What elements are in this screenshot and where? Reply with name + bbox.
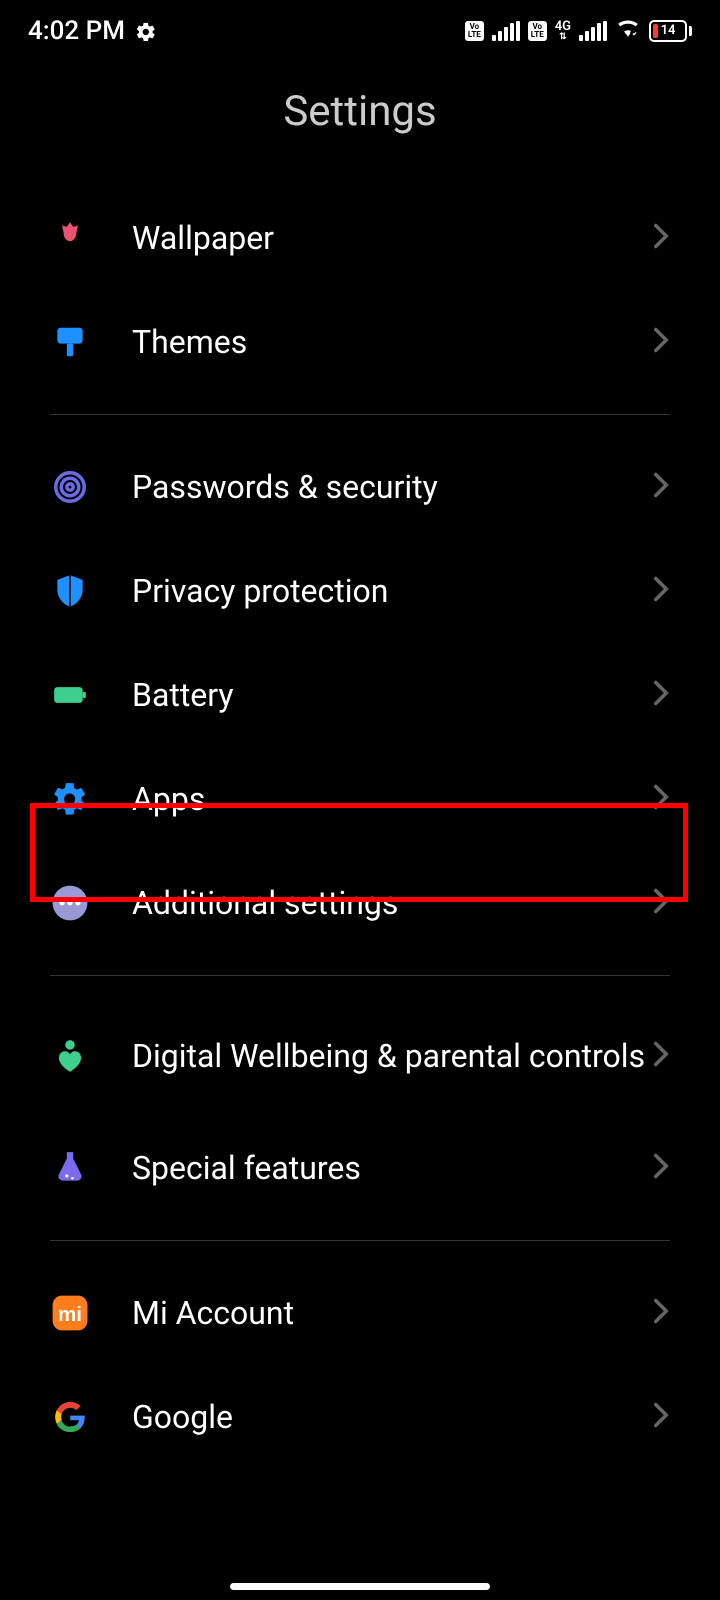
google-icon xyxy=(50,1397,90,1437)
divider xyxy=(50,975,670,976)
chevron-right-icon xyxy=(652,679,670,711)
signal-icon xyxy=(492,21,520,41)
flask-icon xyxy=(50,1148,90,1188)
item-label: Wallpaper xyxy=(132,219,652,257)
brush-icon xyxy=(50,322,90,362)
chevron-right-icon xyxy=(652,471,670,503)
settings-item-additional-settings[interactable]: Additional settings xyxy=(50,851,670,955)
settings-item-mi-account[interactable]: mi Mi Account xyxy=(50,1261,670,1365)
chevron-right-icon xyxy=(652,326,670,358)
status-right: VoLTE VoLTE 4G⇅ 14 xyxy=(465,14,692,47)
tulip-icon xyxy=(50,218,90,258)
chevron-right-icon xyxy=(652,1297,670,1329)
divider xyxy=(50,414,670,415)
chevron-right-icon xyxy=(652,887,670,919)
status-bar: 4:02 PM VoLTE VoLTE 4G⇅ 14 xyxy=(0,0,720,57)
battery-icon xyxy=(50,675,90,715)
chevron-right-icon xyxy=(652,575,670,607)
battery-indicator: 14 xyxy=(649,20,692,42)
fingerprint-icon xyxy=(50,467,90,507)
chevron-right-icon xyxy=(652,1152,670,1184)
svg-text:mi: mi xyxy=(58,1303,82,1326)
settings-list: Wallpaper Themes Passwords & security Pr… xyxy=(0,186,720,1469)
volte-icon: VoLTE xyxy=(465,21,484,41)
item-label: Digital Wellbeing & parental controls xyxy=(132,1037,652,1075)
gear-icon xyxy=(50,779,90,819)
settings-item-wallpaper[interactable]: Wallpaper xyxy=(50,186,670,290)
settings-item-google[interactable]: Google xyxy=(50,1365,670,1469)
settings-item-privacy-protection[interactable]: Privacy protection xyxy=(50,539,670,643)
chevron-right-icon xyxy=(652,783,670,815)
home-indicator[interactable] xyxy=(230,1583,490,1590)
item-label: Privacy protection xyxy=(132,572,652,610)
wifi-icon xyxy=(615,14,641,47)
network-type: 4G⇅ xyxy=(555,20,571,42)
item-label: Mi Account xyxy=(132,1294,652,1332)
item-label: Themes xyxy=(132,323,652,361)
settings-item-digital-wellbeing[interactable]: Digital Wellbeing & parental controls xyxy=(50,996,670,1116)
settings-item-themes[interactable]: Themes xyxy=(50,290,670,394)
shield-icon xyxy=(50,571,90,611)
item-label: Passwords & security xyxy=(132,468,652,506)
page-title: Settings xyxy=(0,87,720,136)
settings-item-special-features[interactable]: Special features xyxy=(50,1116,670,1220)
chevron-right-icon xyxy=(652,222,670,254)
item-label: Apps xyxy=(132,780,652,818)
settings-item-passwords-security[interactable]: Passwords & security xyxy=(50,435,670,539)
settings-indicator-icon xyxy=(135,20,157,42)
item-label: Battery xyxy=(132,676,652,714)
settings-item-battery[interactable]: Battery xyxy=(50,643,670,747)
divider xyxy=(50,1240,670,1241)
item-label: Google xyxy=(132,1398,652,1436)
mi-icon: mi xyxy=(50,1293,90,1333)
status-time: 4:02 PM xyxy=(28,16,125,46)
volte-icon-2: VoLTE xyxy=(528,21,547,41)
chevron-right-icon xyxy=(652,1401,670,1433)
item-label: Special features xyxy=(132,1149,652,1187)
status-left: 4:02 PM xyxy=(28,16,157,46)
settings-item-apps[interactable]: Apps xyxy=(50,747,670,851)
ellipsis-icon xyxy=(50,883,90,923)
chevron-right-icon xyxy=(652,1040,670,1072)
person-heart-icon xyxy=(50,1036,90,1076)
item-label: Additional settings xyxy=(132,884,652,922)
signal-icon-2 xyxy=(579,21,607,41)
